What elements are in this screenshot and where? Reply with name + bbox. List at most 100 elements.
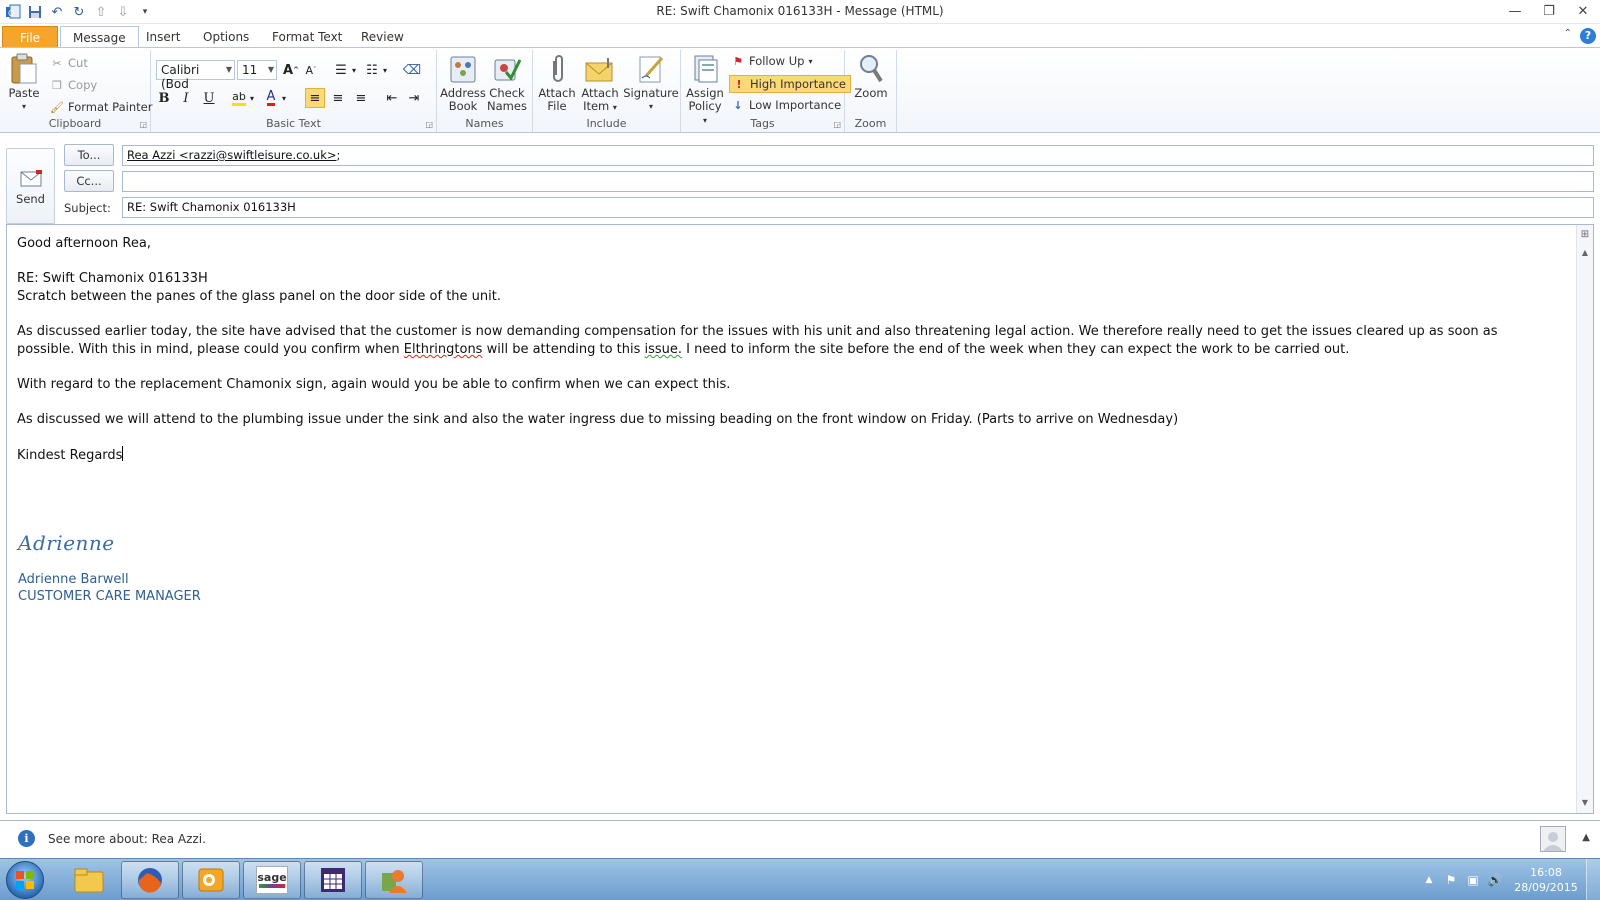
names-group-label: Names: [465, 117, 504, 130]
send-button[interactable]: Send: [6, 148, 55, 224]
basic-text-group: Calibri (Bod ▼ 11 ▼ A ^ Aˇ ☰ ▾ ☷ ▾ ⌫ B I …: [151, 50, 437, 132]
taskbar-calendar-app[interactable]: [304, 861, 362, 899]
numbering-button[interactable]: ☷: [362, 60, 382, 80]
magnifier-icon: [855, 53, 887, 85]
include-group-label: Include: [586, 117, 627, 130]
check-names-icon: [491, 53, 523, 85]
recipient-chip[interactable]: Rea Azzi <razzi@swiftleisure.co.uk>: [127, 148, 337, 162]
grow-font-button[interactable]: A ^: [281, 60, 301, 80]
copy-button[interactable]: ❐ Copy: [50, 78, 97, 92]
clock-date: 28/09/2015: [1514, 881, 1578, 894]
windows-logo-icon: [16, 871, 34, 889]
text-caret: [122, 446, 124, 461]
policy-icon: [689, 53, 721, 85]
align-center-button[interactable]: ≡: [328, 88, 348, 108]
clipboard-group: Paste ▾ ✂ Cut ❐ Copy 🖌 Format Painter Cl…: [0, 50, 152, 132]
message-body[interactable]: Good afternoon Rea, RE: Swift Chamonix 0…: [6, 224, 1594, 814]
folder-icon: [74, 868, 104, 893]
cc-button[interactable]: Cc...: [64, 170, 114, 192]
font-name-combo[interactable]: Calibri (Bod ▼: [156, 60, 235, 91]
decrease-indent-button[interactable]: ⇤: [382, 88, 402, 108]
message-body-text[interactable]: Good afternoon Rea, RE: Swift Chamonix 0…: [17, 235, 1557, 465]
scroll-down-icon[interactable]: ▼: [1577, 795, 1593, 811]
numbered-list-icon: ☷: [366, 62, 378, 78]
misspelled-word[interactable]: Elthringtons: [404, 342, 483, 357]
format-painter-button[interactable]: 🖌 Format Painter: [50, 100, 152, 114]
bullets-dropdown[interactable]: ▾: [349, 60, 359, 80]
clipboard-launcher-icon[interactable]: ◲: [139, 120, 147, 129]
tab-file[interactable]: File: [2, 26, 58, 48]
decrease-indent-icon: ⇤: [386, 90, 398, 106]
paragraph-compensation: As discussed earlier today, the site hav…: [17, 324, 1498, 357]
tags-launcher-icon[interactable]: ◲: [833, 120, 841, 129]
low-importance-button[interactable]: ↓ Low Importance: [731, 98, 841, 112]
vertical-scrollbar[interactable]: ⊞ ▲ ▼: [1576, 225, 1593, 813]
subject-field[interactable]: RE: Swift Chamonix 016133H: [122, 197, 1594, 218]
cut-button[interactable]: ✂ Cut: [50, 56, 87, 70]
align-left-button[interactable]: ≡: [305, 88, 325, 108]
reference-line: RE: Swift Chamonix 016133H: [17, 271, 208, 286]
tab-insert[interactable]: Insert: [134, 26, 192, 48]
increase-indent-button[interactable]: ⇥: [404, 88, 424, 108]
start-button[interactable]: [6, 861, 44, 899]
shrink-font-button[interactable]: Aˇ: [301, 60, 321, 80]
taskbar-explorer[interactable]: [60, 861, 118, 899]
scroll-up-icon[interactable]: ▲: [1577, 245, 1593, 261]
basic-text-launcher-icon[interactable]: ◲: [425, 120, 433, 129]
to-button[interactable]: To...: [64, 144, 114, 166]
people-pane-text[interactable]: See more about: Rea Azzi.: [48, 832, 206, 846]
cc-field[interactable]: [122, 171, 1594, 192]
attach-item-button[interactable]: Attach Item ▾: [579, 53, 621, 114]
ruler-toggle-icon[interactable]: ⊞: [1577, 227, 1593, 243]
paperclip-icon: [541, 53, 573, 85]
numbering-dropdown[interactable]: ▾: [380, 60, 390, 80]
tags-group-label: Tags: [750, 117, 775, 130]
follow-up-button[interactable]: ⚑ Follow Up ▾: [731, 54, 812, 68]
close-icon[interactable]: ✕: [1566, 0, 1600, 22]
address-book-button[interactable]: Address Book: [440, 53, 486, 113]
align-right-button[interactable]: ≡: [351, 88, 371, 108]
action-center-flag-icon[interactable]: ⚑: [1440, 873, 1462, 887]
closing-line: Kindest Regards: [17, 446, 124, 463]
increase-indent-icon: ⇥: [408, 90, 420, 106]
volume-icon[interactable]: 🔊: [1484, 873, 1506, 887]
help-icon[interactable]: ?: [1580, 28, 1596, 44]
high-importance-button[interactable]: ! High Importance: [729, 75, 851, 93]
clock[interactable]: 16:08 28/09/2015: [1506, 865, 1586, 895]
grammar-flag[interactable]: issue.: [645, 342, 683, 357]
tab-options[interactable]: Options: [191, 26, 261, 48]
minimize-ribbon-icon[interactable]: ⌃: [1564, 28, 1572, 44]
taskbar-lync[interactable]: [365, 861, 423, 899]
show-hidden-icons-icon[interactable]: ▲: [1418, 875, 1440, 885]
attach-file-button[interactable]: Attach File: [537, 53, 577, 113]
font-color-button[interactable]: A: [261, 88, 281, 108]
tab-format-text[interactable]: Format Text: [260, 26, 354, 48]
avatar[interactable]: [1540, 826, 1566, 852]
tab-message[interactable]: Message: [60, 26, 139, 49]
network-icon[interactable]: ▣: [1462, 873, 1484, 887]
signature-button[interactable]: Signature ▾: [623, 53, 679, 113]
tab-review[interactable]: Review: [349, 26, 416, 48]
assign-policy-button[interactable]: Assign Policy ▾: [685, 53, 725, 127]
taskbar-outlook[interactable]: [182, 861, 240, 899]
italic-button[interactable]: I: [176, 88, 196, 108]
restore-icon[interactable]: ❐: [1532, 0, 1566, 22]
bold-button[interactable]: B: [154, 88, 174, 108]
bullets-button[interactable]: ☰: [331, 60, 351, 80]
highlight-button[interactable]: ab: [229, 88, 249, 108]
show-desktop-button[interactable]: [1586, 859, 1600, 900]
zoom-button[interactable]: Zoom: [851, 53, 891, 100]
paste-button[interactable]: Paste ▾: [6, 53, 42, 113]
clear-formatting-button[interactable]: ⌫: [402, 60, 422, 80]
minimize-icon[interactable]: —: [1498, 0, 1532, 22]
taskbar-firefox[interactable]: [121, 861, 179, 899]
font-color-dropdown[interactable]: ▾: [279, 88, 289, 108]
underline-button[interactable]: U: [199, 88, 219, 108]
font-size-combo[interactable]: 11 ▼: [237, 60, 277, 80]
taskbar-sage[interactable]: sage: [243, 861, 301, 899]
to-field[interactable]: Rea Azzi <razzi@swiftleisure.co.uk>;: [122, 145, 1594, 166]
highlight-dropdown[interactable]: ▾: [247, 88, 257, 108]
basic-text-group-label: Basic Text: [266, 117, 321, 130]
expand-people-pane-icon[interactable]: ▲: [1582, 832, 1590, 843]
check-names-button[interactable]: Check Names: [485, 53, 529, 113]
